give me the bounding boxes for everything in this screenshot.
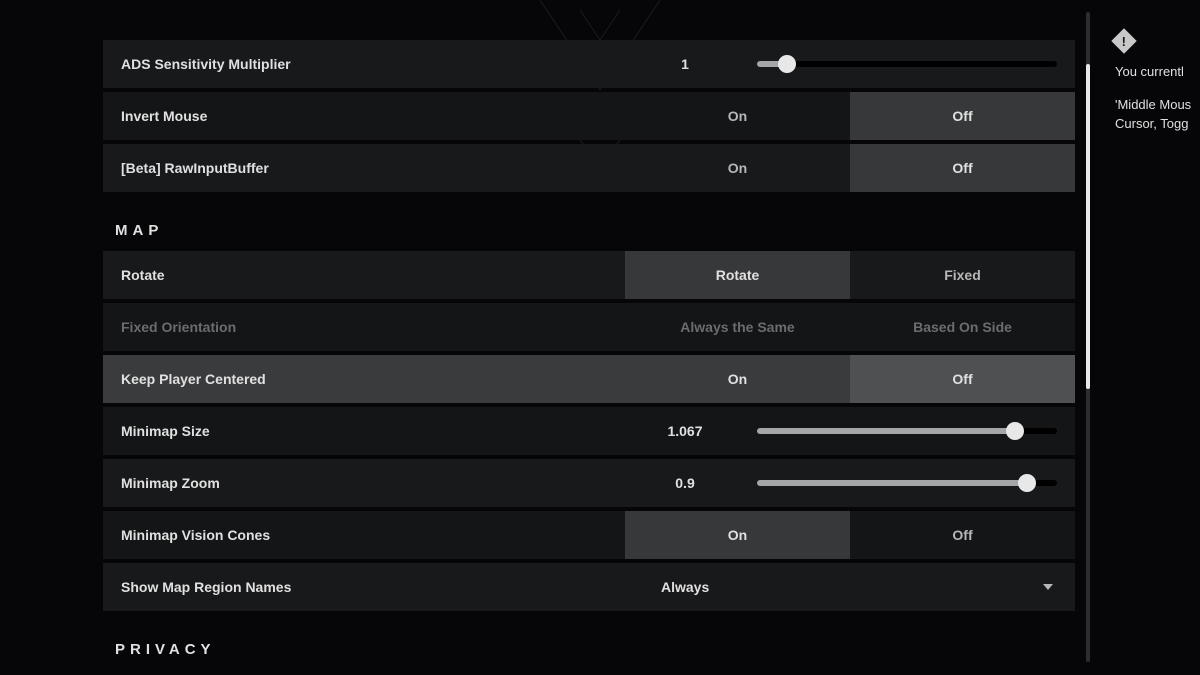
rotate-opt-rotate[interactable]: Rotate: [625, 251, 850, 299]
region-names-dropdown[interactable]: Always: [625, 563, 1075, 611]
minimap-zoom-label: Minimap Zoom: [103, 459, 625, 507]
fixed-orientation-a: Always the Same: [625, 303, 850, 351]
row-minimap-size: Minimap Size 1.067: [103, 407, 1075, 455]
minimap-zoom-value: 0.9: [625, 475, 745, 491]
minimap-size-value: 1.067: [625, 423, 745, 439]
minimap-size-label: Minimap Size: [103, 407, 625, 455]
info-line-1: You currentl: [1115, 64, 1200, 79]
slider-thumb[interactable]: [1006, 422, 1024, 440]
keep-centered-on[interactable]: On: [625, 355, 850, 403]
row-invert-mouse: Invert Mouse On Off: [103, 92, 1075, 140]
info-line-2: 'Middle Mous: [1115, 97, 1200, 112]
scrollbar[interactable]: [1083, 12, 1093, 662]
slider-track[interactable]: [757, 480, 1057, 486]
minimap-zoom-slider[interactable]: 0.9: [625, 459, 1075, 507]
info-pane: ! You currentl 'Middle Mous Cursor, Togg: [1115, 32, 1200, 135]
slider-track[interactable]: [757, 61, 1057, 67]
row-vision-cones: Minimap Vision Cones On Off: [103, 511, 1075, 559]
invert-mouse-off[interactable]: Off: [850, 92, 1075, 140]
keep-centered-off[interactable]: Off: [850, 355, 1075, 403]
vision-cones-on[interactable]: On: [625, 511, 850, 559]
row-ads-sensitivity: ADS Sensitivity Multiplier 1: [103, 40, 1075, 88]
invert-mouse-label: Invert Mouse: [103, 92, 625, 140]
raw-input-on[interactable]: On: [625, 144, 850, 192]
scrollbar-thumb[interactable]: [1086, 64, 1090, 389]
vision-cones-off[interactable]: Off: [850, 511, 1075, 559]
slider-thumb[interactable]: [1018, 474, 1036, 492]
chevron-down-icon: [1043, 584, 1053, 590]
row-keep-player-centered: Keep Player Centered On Off: [103, 355, 1075, 403]
alert-icon: !: [1111, 28, 1136, 53]
section-header-privacy: PRIVACY: [103, 615, 1075, 670]
invert-mouse-on[interactable]: On: [625, 92, 850, 140]
fixed-orientation-b: Based On Side: [850, 303, 1075, 351]
raw-input-label: [Beta] RawInputBuffer: [103, 144, 625, 192]
slider-thumb[interactable]: [778, 55, 796, 73]
section-header-map: MAP: [103, 196, 1075, 251]
slider-fill: [757, 480, 1027, 486]
region-names-label: Show Map Region Names: [103, 563, 625, 611]
slider-track[interactable]: [757, 428, 1057, 434]
ads-sensitivity-value: 1: [625, 56, 745, 72]
settings-panel: ADS Sensitivity Multiplier 1 Invert Mous…: [103, 40, 1075, 670]
fixed-orientation-label: Fixed Orientation: [103, 303, 625, 351]
keep-centered-label: Keep Player Centered: [103, 355, 625, 403]
ads-sensitivity-label: ADS Sensitivity Multiplier: [103, 40, 625, 88]
vision-cones-label: Minimap Vision Cones: [103, 511, 625, 559]
row-rotate: Rotate Rotate Fixed: [103, 251, 1075, 299]
minimap-size-slider[interactable]: 1.067: [625, 407, 1075, 455]
rotate-label: Rotate: [103, 251, 625, 299]
row-region-names: Show Map Region Names Always: [103, 563, 1075, 611]
info-line-3: Cursor, Togg: [1115, 116, 1200, 131]
raw-input-off[interactable]: Off: [850, 144, 1075, 192]
rotate-opt-fixed[interactable]: Fixed: [850, 251, 1075, 299]
row-raw-input: [Beta] RawInputBuffer On Off: [103, 144, 1075, 192]
ads-sensitivity-slider[interactable]: 1: [625, 40, 1075, 88]
row-minimap-zoom: Minimap Zoom 0.9: [103, 459, 1075, 507]
region-names-value: Always: [661, 579, 709, 595]
scrollbar-track[interactable]: [1086, 12, 1090, 662]
row-fixed-orientation: Fixed Orientation Always the Same Based …: [103, 303, 1075, 351]
slider-fill: [757, 428, 1015, 434]
